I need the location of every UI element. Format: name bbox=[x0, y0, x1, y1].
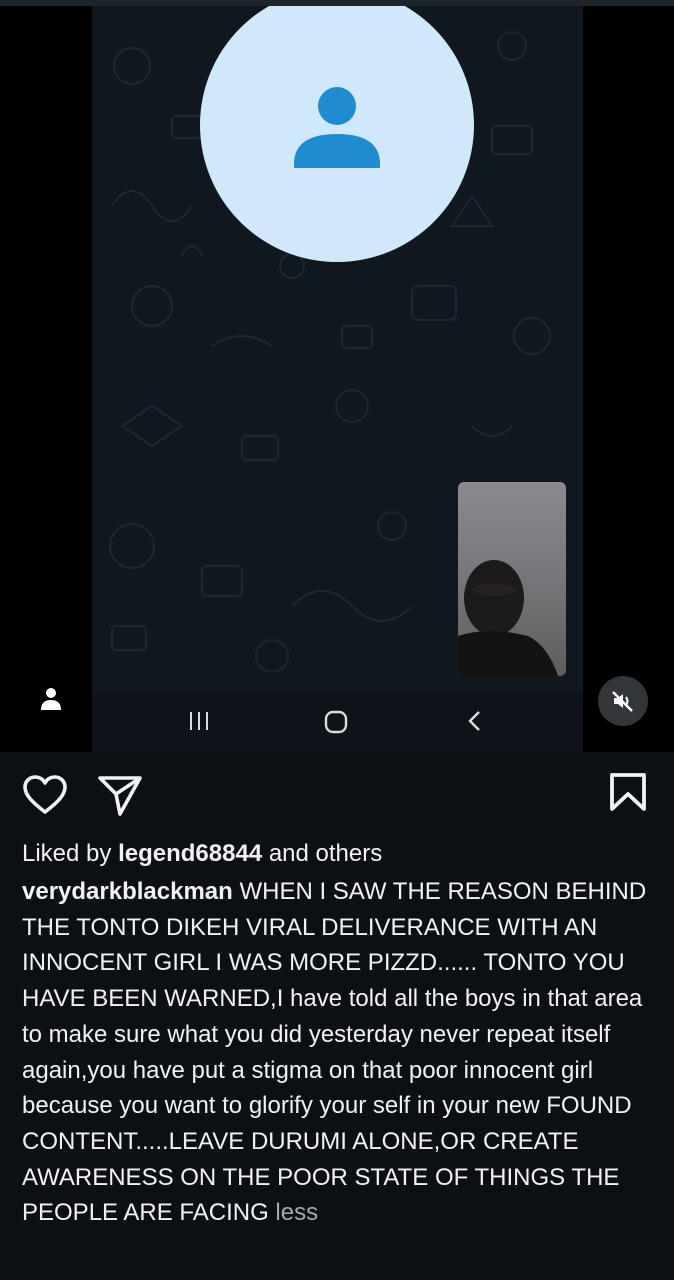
liked-by-user-link[interactable]: legend68844 bbox=[118, 840, 262, 867]
post-details: Liked by legend68844 and others verydark… bbox=[0, 752, 674, 1280]
heart-icon[interactable] bbox=[22, 774, 68, 816]
video-call-screen bbox=[92, 6, 583, 752]
mute-button[interactable] bbox=[598, 676, 648, 726]
less-link[interactable]: less bbox=[275, 1199, 318, 1226]
recent-apps-icon[interactable] bbox=[188, 710, 210, 732]
post-caption: verydarkblackman WHEN I SAW THE REASON B… bbox=[22, 874, 658, 1231]
person-icon bbox=[294, 87, 380, 168]
person-icon[interactable] bbox=[38, 686, 64, 712]
instagram-post-view: Liked by legend68844 and others verydark… bbox=[0, 0, 674, 1280]
likes-prefix: Liked by bbox=[22, 840, 119, 867]
android-nav-bar bbox=[92, 692, 583, 752]
likes-suffix: and others bbox=[262, 840, 383, 867]
back-icon[interactable] bbox=[464, 710, 486, 732]
send-icon[interactable] bbox=[96, 774, 144, 818]
caption-username-link[interactable]: verydarkblackman bbox=[22, 878, 233, 905]
post-action-bar bbox=[0, 752, 674, 834]
bookmark-icon[interactable] bbox=[608, 772, 648, 812]
speaker-muted-icon bbox=[612, 691, 633, 712]
self-view-camera bbox=[458, 482, 566, 676]
person-silhouette bbox=[458, 560, 558, 676]
home-icon[interactable] bbox=[324, 710, 348, 734]
likes-summary[interactable]: Liked by legend68844 and others bbox=[22, 838, 652, 870]
video-player[interactable] bbox=[0, 0, 674, 752]
caption-text: WHEN I SAW THE REASON BEHIND THE TONTO D… bbox=[22, 878, 647, 1227]
